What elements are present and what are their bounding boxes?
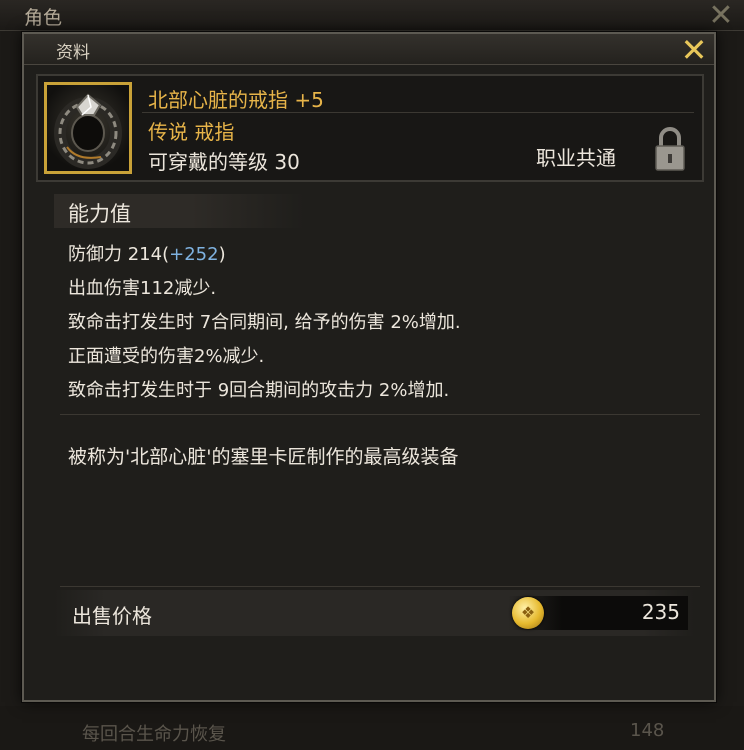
sell-price-value: 235 — [641, 600, 680, 624]
divider — [60, 586, 700, 587]
defense-close: ) — [218, 244, 226, 265]
lock-icon — [652, 126, 688, 172]
panel-titlebar: 资料 ✕ — [24, 34, 714, 66]
background-stat-label: 每回合生命力恢复 — [82, 724, 226, 745]
sell-price-label: 出售价格 — [72, 604, 152, 628]
item-class-restriction: 职业共通 — [536, 146, 616, 170]
background-window-title: 角色 — [24, 7, 63, 29]
item-header: 北部心脏的戒指 +5 传说 戒指 可穿戴的等级 30 职业共通 — [36, 74, 704, 182]
background-stat-row: 每回合生命力恢复 148 — [0, 706, 744, 750]
sell-price-row: 出售价格 ❖ 235 — [54, 590, 694, 636]
item-level-requirement: 可穿戴的等级 30 — [148, 150, 300, 174]
stat-line: 致命击打发生时 7合同期间, 给予的伤害 2%增加. — [68, 312, 461, 333]
defense-label: 防御力 214( — [68, 244, 170, 265]
stat-line: 致命击打发生时于 9回合期间的攻击力 2%增加. — [68, 380, 450, 401]
stat-line: 正面遭受的伤害2%减少. — [68, 346, 265, 367]
panel-title: 资料 — [56, 43, 90, 63]
ring-icon — [44, 82, 132, 174]
divider — [60, 414, 700, 415]
stats-section-header: 能力值 — [54, 194, 304, 228]
stat-line: 出血伤害112减少. — [68, 278, 217, 299]
item-description: 被称为'北部心脏'的塞里卡匠制作的最高级装备 — [68, 446, 459, 468]
item-name: 北部心脏的戒指 +5 — [148, 88, 324, 112]
stats-title: 能力值 — [68, 202, 131, 226]
item-info-panel: 资料 ✕ 北部心脏的戒指 +5 传说 戒指 可穿戴的等级 30 职业共通 能力值… — [22, 32, 716, 702]
item-grade-type: 传说 戒指 — [148, 120, 235, 144]
background-stat-value: 148 — [630, 720, 665, 741]
coin-emblem-icon: ❖ — [520, 603, 536, 622]
stat-line-defense: 防御力 214(+252) — [68, 240, 226, 266]
close-icon[interactable]: ✕ — [678, 34, 710, 66]
gold-coin-icon: ❖ — [512, 597, 544, 629]
background-close-icon[interactable]: ✕ — [706, 1, 736, 31]
defense-bonus: +252 — [169, 244, 219, 265]
background-titlebar: 角色 ✕ — [0, 0, 744, 31]
item-name-row: 北部心脏的戒指 +5 — [142, 80, 694, 113]
